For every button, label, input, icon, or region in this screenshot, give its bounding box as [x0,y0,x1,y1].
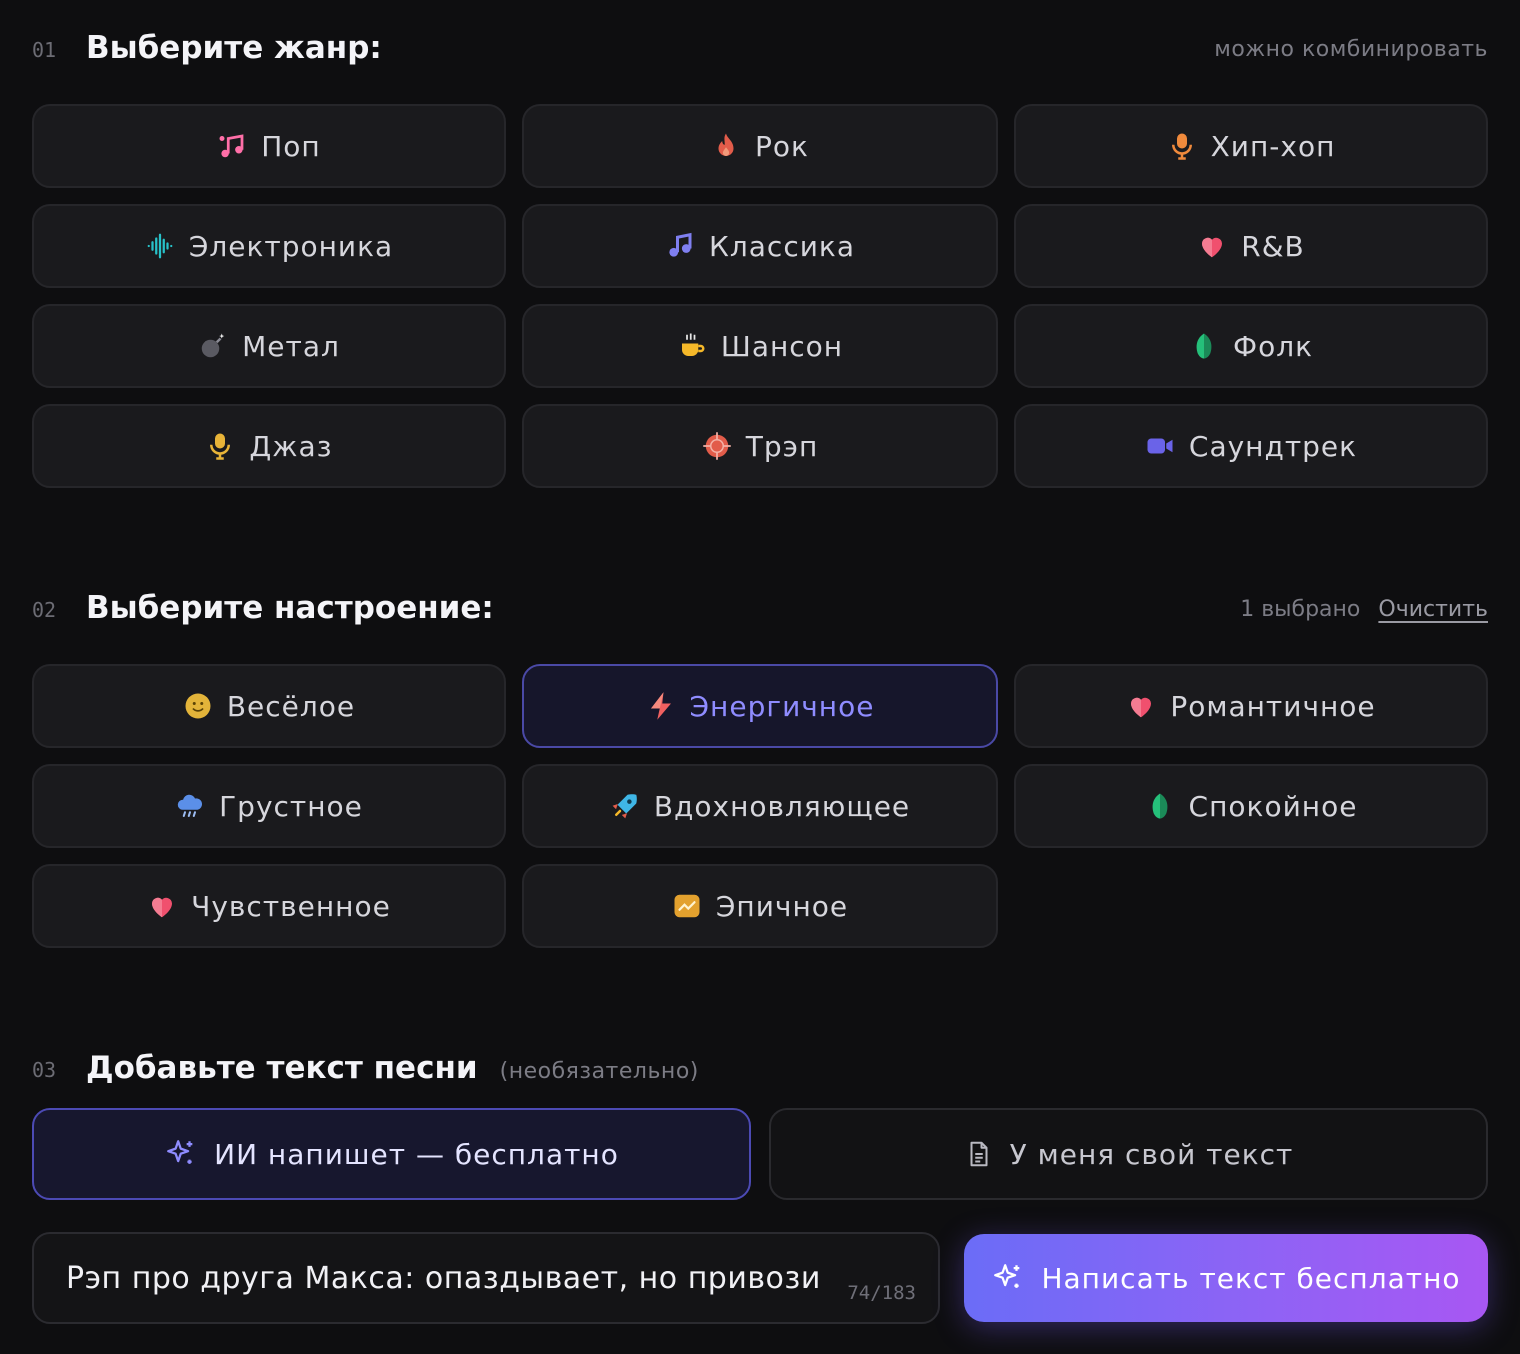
rain-cloud-icon [175,791,205,821]
lyrics-title: Добавьте текст песни (необязательно) [86,1050,699,1086]
mood-option-3-label: Романтичное [1170,689,1376,723]
genre-option-11-label: Трэп [745,429,819,463]
song-idea-value[interactable]: Рэп про друга Макса: опаздывает, но прив… [66,1261,836,1296]
clear-mood-button[interactable]: Очистить [1378,597,1488,622]
genre-option-7-label: Метал [242,329,340,363]
genre-option-8[interactable]: Шансон [522,304,998,388]
genre-option-2[interactable]: Рок [522,104,998,188]
genre-option-2-label: Рок [755,129,809,163]
mood-selected-count: 1 выбрано [1240,597,1361,622]
genre-option-8-label: Шансон [720,329,844,363]
genre-option-10-label: Джаз [249,429,333,463]
mood-option-4[interactable]: Грустное [32,764,506,848]
genre-option-10[interactable]: Джаз [32,404,506,488]
lyrics-step-number: 03 [32,1058,57,1082]
mood-grid: Весёлое Энергичное Романтичное Грустное Вдох… [32,664,1488,948]
mood-option-4-label: Грустное [219,789,363,823]
lyrics-section-header: 03 Добавьте текст песни (необязательно) [32,1050,1488,1090]
music-note-icon [665,231,695,261]
genre-option-4[interactable]: Электроника [32,204,506,288]
own-lyrics-mode-label: У меня свой текст [1009,1137,1294,1171]
mood-option-5[interactable]: Вдохновляющее [522,764,998,848]
sparkles-icon [991,1261,1025,1295]
genre-option-3[interactable]: Хип-хоп [1014,104,1488,188]
mood-meta: 1 выбрано Очистить [1240,597,1488,622]
mood-option-3[interactable]: Романтичное [1014,664,1488,748]
mood-step-number: 02 [32,598,57,622]
write-lyrics-button[interactable]: Написать текст бесплатно [964,1234,1488,1322]
mood-option-1-label: Весёлое [226,689,356,723]
music-notes-icon [217,131,247,161]
sound-wave-icon [145,231,175,261]
mood-option-1[interactable]: Весёлое [32,664,506,748]
write-lyrics-label: Написать текст бесплатно [1041,1261,1461,1295]
genre-option-5[interactable]: Классика [522,204,998,288]
genre-title: Выберите жанр: [86,30,382,66]
lightning-icon [646,691,676,721]
own-lyrics-mode-button[interactable]: У меня свой текст [769,1108,1488,1200]
genre-option-12-label: Саундтрек [1188,429,1358,463]
genre-section-header: 01 Выберите жанр: можно комбинировать [32,30,1488,70]
genre-hint: можно комбинировать [1214,37,1488,62]
leaf-icon [1145,791,1175,821]
bomb-icon [198,331,228,361]
genre-option-3-label: Хип-хоп [1210,129,1336,163]
video-camera-icon [1145,431,1175,461]
genre-option-11[interactable]: Трэп [522,404,998,488]
mood-title: Выберите настроение: [86,590,494,626]
mood-option-6[interactable]: Спокойное [1014,764,1488,848]
genre-grid: Поп Рок Хип-хоп Электроника Классика R&B Метал… [32,104,1488,488]
prompt-row: Рэп про друга Макса: опаздывает, но прив… [32,1232,1488,1324]
mood-option-7-label: Чувственное [191,889,391,923]
song-idea-input[interactable]: Рэп про друга Макса: опаздывает, но прив… [32,1232,940,1324]
mood-option-8[interactable]: Эпичное [522,864,998,948]
microphone-icon [205,431,235,461]
smiley-icon [183,691,213,721]
genre-option-6-label: R&B [1241,229,1305,263]
heart-icon [1197,231,1227,261]
heart-icon [1126,691,1156,721]
mood-option-5-label: Вдохновляющее [653,789,911,823]
mood-section-header: 02 Выберите настроение: 1 выбрано Очистит… [32,590,1488,630]
mood-option-6-label: Спокойное [1188,789,1358,823]
coffee-cup-icon [677,331,707,361]
mood-option-7[interactable]: Чувственное [32,864,506,948]
mood-option-2[interactable]: Энергичное [522,664,998,748]
genre-option-12[interactable]: Саундтрек [1014,404,1488,488]
ai-writes-mode-label: ИИ напишет — бесплатно [214,1137,619,1171]
genre-step-number: 01 [32,38,57,62]
document-icon [964,1138,994,1170]
genre-option-7[interactable]: Метал [32,304,506,388]
mood-option-2-label: Энергичное [689,689,875,723]
genre-option-6[interactable]: R&B [1014,204,1488,288]
mood-option-8-label: Эпичное [715,889,849,923]
genre-option-9-label: Фолк [1232,329,1314,363]
ai-writes-mode-button[interactable]: ИИ напишет — бесплатно [32,1108,751,1200]
crosshair-icon [702,431,732,461]
genre-option-1-label: Поп [261,129,321,163]
genre-option-9[interactable]: Фолк [1014,304,1488,388]
genre-option-5-label: Классика [709,229,855,263]
lyrics-mode-toggle: ИИ напишет — бесплатно У меня свой текст [32,1108,1488,1200]
leaf-icon [1189,331,1219,361]
rocket-icon [610,791,640,821]
microphone-icon [1167,131,1197,161]
flame-icon [711,131,741,161]
lyrics-title-text: Добавьте текст песни [86,1050,478,1086]
character-counter: 74/183 [847,1282,916,1304]
genre-option-4-label: Электроника [188,229,394,263]
trend-chart-icon [672,891,702,921]
genre-option-1[interactable]: Поп [32,104,506,188]
lyrics-optional-hint: (необязательно) [499,1059,699,1084]
heart-icon [147,891,177,921]
sparkles-icon [164,1137,198,1171]
